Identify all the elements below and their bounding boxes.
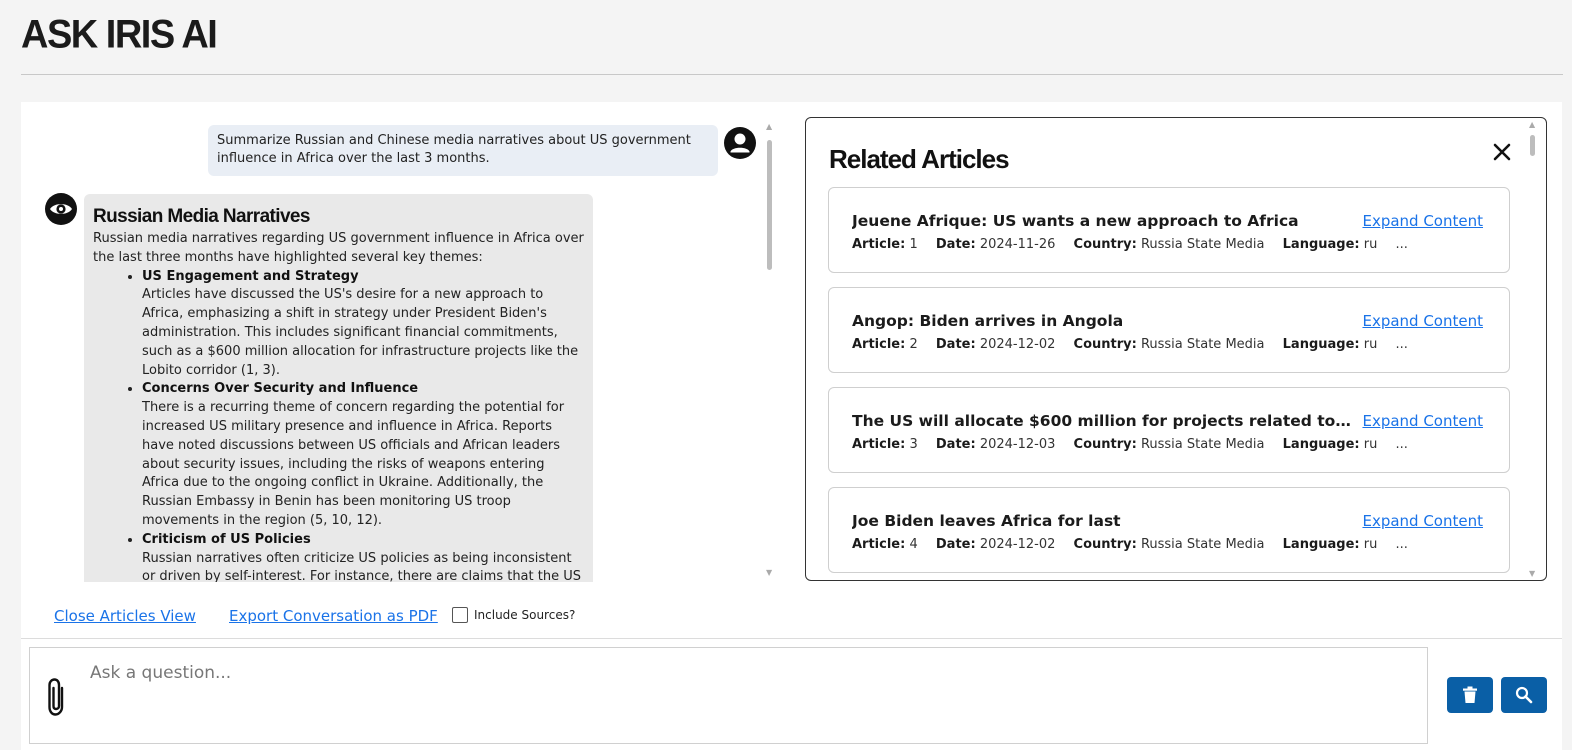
- article-country: Russia State Media: [1140, 437, 1265, 452]
- search-icon: [1515, 686, 1533, 704]
- more-indicator: ...: [1395, 237, 1408, 252]
- ai-message-intro: Russian media narratives regarding US go…: [93, 231, 584, 265]
- article-country: Russia State Media: [1140, 537, 1265, 552]
- article-number: 1: [909, 237, 918, 252]
- article-title: Jeuene Afrique: US wants a new approach …: [852, 212, 1299, 230]
- article-title: Joe Biden leaves Africa for last: [852, 512, 1121, 530]
- article-number-label: Article:: [852, 337, 906, 352]
- article-date-label: Date:: [935, 237, 976, 252]
- article-country: Russia State Media: [1140, 237, 1265, 252]
- point-body: There is a recurring theme of concern re…: [142, 400, 565, 528]
- related-scrollbar[interactable]: ▲ ▼: [1526, 120, 1538, 578]
- scroll-up-icon[interactable]: ▲: [1529, 120, 1535, 129]
- article-card: Jeuene Afrique: US wants a new approach …: [828, 187, 1510, 273]
- ai-message-points: US Engagement and Strategy Articles have…: [93, 268, 584, 582]
- input-bar: [21, 638, 1562, 750]
- user-message: Summarize Russian and Chinese media narr…: [208, 125, 718, 176]
- close-icon[interactable]: [1489, 139, 1515, 165]
- more-indicator: ...: [1395, 437, 1408, 452]
- title-divider: [21, 74, 1563, 75]
- scroll-down-icon[interactable]: ▼: [1529, 569, 1535, 578]
- expand-content-link[interactable]: Expand Content: [1362, 312, 1483, 330]
- article-language: ru: [1363, 237, 1378, 252]
- article-language: ru: [1363, 437, 1378, 452]
- actions-row: Close Articles View Export Conversation …: [21, 600, 781, 636]
- app-title: ASK IRIS AI: [21, 12, 218, 58]
- chat-scrollbar[interactable]: ▲ ▼: [763, 122, 775, 577]
- article-language: ru: [1363, 537, 1378, 552]
- article-number: 3: [909, 437, 918, 452]
- list-item: US Engagement and Strategy Articles have…: [142, 268, 584, 381]
- trash-icon: [1463, 686, 1477, 703]
- point-title: Concerns Over Security and Influence: [142, 381, 419, 397]
- article-date-label: Date:: [935, 437, 976, 452]
- article-country-label: Country:: [1073, 337, 1137, 352]
- article-date-label: Date:: [935, 337, 976, 352]
- article-country: Russia State Media: [1140, 337, 1265, 352]
- search-button[interactable]: [1501, 677, 1547, 713]
- expand-content-link[interactable]: Expand Content: [1362, 212, 1483, 230]
- article-title: Angop: Biden arrives in Angola: [852, 312, 1124, 330]
- article-language-label: Language:: [1282, 337, 1360, 352]
- article-country-label: Country:: [1073, 537, 1137, 552]
- include-sources-checkbox[interactable]: [452, 607, 468, 623]
- scroll-down-icon[interactable]: ▼: [766, 568, 772, 577]
- related-articles-title: Related Articles: [829, 144, 1010, 174]
- article-meta: Article: 1 Date: 2024-11-26 Country: Rus…: [852, 237, 1408, 252]
- more-indicator: ...: [1395, 337, 1408, 352]
- close-articles-view-link[interactable]: Close Articles View: [54, 607, 196, 625]
- article-date: 2024-11-26: [979, 237, 1056, 252]
- article-country-label: Country:: [1073, 437, 1137, 452]
- user-avatar-icon: [724, 127, 756, 159]
- scroll-thumb[interactable]: [1530, 135, 1535, 156]
- article-card: Angop: Biden arrives in Angola Expand Co…: [828, 287, 1510, 373]
- article-language-label: Language:: [1282, 537, 1360, 552]
- include-sources-option[interactable]: Include Sources?: [452, 607, 575, 623]
- chat-pane: Summarize Russian and Chinese media narr…: [21, 102, 781, 582]
- article-meta: Article: 3 Date: 2024-12-03 Country: Rus…: [852, 437, 1408, 452]
- include-sources-label: Include Sources?: [474, 608, 576, 622]
- article-date: 2024-12-02: [979, 337, 1056, 352]
- ai-message-heading: Russian Media Narratives: [93, 206, 310, 227]
- point-title: Criticism of US Policies: [142, 531, 311, 547]
- article-card: Joe Biden leaves Africa for last Expand …: [828, 487, 1510, 573]
- question-box: [29, 647, 1428, 744]
- question-input[interactable]: [88, 662, 1392, 684]
- ai-message: Russian Media Narratives Russian media n…: [84, 194, 593, 582]
- export-pdf-link[interactable]: Export Conversation as PDF: [229, 607, 438, 625]
- scroll-up-icon[interactable]: ▲: [766, 122, 772, 131]
- article-number: 2: [909, 337, 918, 352]
- eye-icon: [45, 193, 77, 225]
- delete-button[interactable]: [1447, 677, 1493, 713]
- article-date: 2024-12-03: [979, 437, 1056, 452]
- article-number-label: Article:: [852, 237, 906, 252]
- article-language-label: Language:: [1282, 437, 1360, 452]
- scroll-thumb[interactable]: [767, 140, 772, 270]
- expand-content-link[interactable]: Expand Content: [1362, 512, 1483, 530]
- article-meta: Article: 2 Date: 2024-12-02 Country: Rus…: [852, 337, 1408, 352]
- article-title: The US will allocate $600 million for pr…: [852, 412, 1352, 430]
- list-item: Criticism of US Policies Russian narrati…: [142, 531, 584, 582]
- paperclip-icon[interactable]: [45, 676, 69, 718]
- expand-content-link[interactable]: Expand Content: [1362, 412, 1483, 430]
- article-number-label: Article:: [852, 537, 906, 552]
- point-title: US Engagement and Strategy: [142, 268, 359, 284]
- related-articles-panel: Related Articles Jeuene Afrique: US want…: [805, 117, 1547, 581]
- article-date-label: Date:: [935, 537, 976, 552]
- article-meta: Article: 4 Date: 2024-12-02 Country: Rus…: [852, 537, 1408, 552]
- article-country-label: Country:: [1073, 237, 1137, 252]
- article-number-label: Article:: [852, 437, 906, 452]
- more-indicator: ...: [1395, 537, 1408, 552]
- article-number: 4: [909, 537, 918, 552]
- list-item: Concerns Over Security and Influence The…: [142, 380, 584, 530]
- point-body: Articles have discussed the US's desire …: [142, 287, 579, 378]
- article-language: ru: [1363, 337, 1378, 352]
- article-date: 2024-12-02: [979, 537, 1056, 552]
- article-card: The US will allocate $600 million for pr…: [828, 387, 1510, 473]
- article-language-label: Language:: [1282, 237, 1360, 252]
- workspace: Summarize Russian and Chinese media narr…: [21, 102, 1562, 638]
- point-body: Russian narratives often criticize US po…: [142, 550, 581, 582]
